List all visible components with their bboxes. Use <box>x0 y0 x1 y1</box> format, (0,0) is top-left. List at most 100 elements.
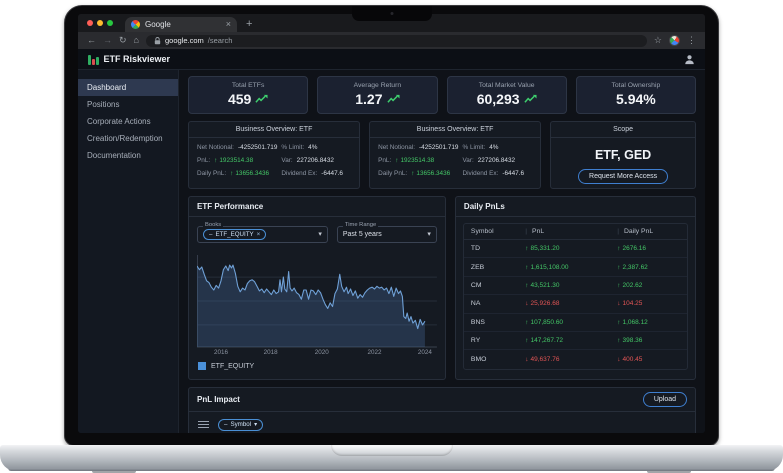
lock-icon <box>154 36 161 44</box>
chevron-down-icon: ▾ <box>254 421 258 429</box>
laptop-mockup: Google × + ← → ↻ ⌂ google.com /search ☆ … <box>0 0 783 473</box>
camera-icon <box>390 12 393 15</box>
metric-row: Daily PnL: ↑ 13656.3436 <box>197 170 277 177</box>
time-range-select[interactable]: Time Range Past 5 years ▾ <box>336 222 437 243</box>
metric-value: -4252501.719 <box>237 144 278 151</box>
metric-row: Dividend Ex: -6447.6 <box>462 170 532 177</box>
laptop-lid-scoop <box>330 445 453 456</box>
direction-arrow-icon: ↑ <box>525 263 529 271</box>
x-tick-2016: 2016 <box>213 349 228 356</box>
column-daily-pnl: Daily PnL <box>617 228 680 235</box>
books-select[interactable]: Books – ETF_EQUITY × ▾ <box>197 222 328 243</box>
symbol-cell: TD <box>470 245 480 253</box>
direction-arrow-icon: ↑ <box>617 263 621 271</box>
table-row[interactable]: TD ↑ 85,331.20 ↑ 2676.16 <box>463 240 687 259</box>
pnl-cell: ↓ 25,926.68 <box>525 300 560 308</box>
sidebar-item-creation-redemption[interactable]: Creation/Redemption <box>78 130 178 147</box>
stat-card-total-market-value: Total Market Value 60,293 <box>446 76 567 114</box>
books-chip[interactable]: – ETF_EQUITY × <box>203 228 267 241</box>
home-icon[interactable]: ⌂ <box>134 36 139 45</box>
back-icon[interactable]: ← <box>87 36 96 45</box>
table-row[interactable]: NA ↓ 25,926.68 ↓ 104.25 <box>463 295 687 314</box>
direction-arrow-icon: ↑ <box>617 281 621 289</box>
metric-label: Net Notional: <box>197 144 234 151</box>
pnl-impact-title: PnL Impact <box>197 395 240 405</box>
table-row[interactable]: CM ↑ 43,521.30 ↑ 202.62 <box>463 277 687 296</box>
table-row[interactable]: BNS ↑ 107,850.60 ↑ 1,068.12 <box>463 314 687 332</box>
bookmark-star-icon[interactable]: ☆ <box>654 35 662 46</box>
tab-title: Google <box>145 20 171 29</box>
sidebar-item-dashboard[interactable]: Dashboard <box>78 79 178 96</box>
metric-row: % Limit: 4% <box>462 144 532 151</box>
sidebar-item-corporate-actions[interactable]: Corporate Actions <box>78 113 178 130</box>
metric-label: Daily PnL: <box>197 170 227 177</box>
daily-pnl-cell: ↑ 2676.16 <box>617 245 646 253</box>
metric-value: -4252501.719 <box>419 144 459 151</box>
direction-arrow-icon: ↑ <box>525 318 529 326</box>
metric-row: Daily PnL: ↑ 13656.3436 <box>378 170 458 177</box>
stat-label: Total Market Value <box>478 82 535 89</box>
trend-up-icon <box>386 94 400 103</box>
request-more-access-button[interactable]: Request More Access <box>578 169 669 185</box>
upload-button[interactable]: Upload <box>642 392 687 408</box>
user-icon[interactable] <box>684 54 695 65</box>
direction-arrow-icon: ↑ <box>230 170 234 177</box>
laptop-foot <box>92 469 136 473</box>
laptop-screen: Google × + ← → ↻ ⌂ google.com /search ☆ … <box>64 5 719 446</box>
chart-x-axis-labels: 2016 2018 2020 2022 2024 <box>197 348 437 357</box>
close-tab-icon[interactable]: × <box>226 20 231 29</box>
daily-pnls-table: Symbol PnL Daily PnL TD ↑85,331.20 ↑2676… <box>462 223 688 370</box>
metric-row: % Limit: 4% <box>281 144 351 151</box>
reload-icon[interactable]: ↻ <box>119 36 127 45</box>
direction-arrow-icon: ↑ <box>525 337 529 345</box>
close-window-icon[interactable] <box>87 20 93 26</box>
chip-remove-icon[interactable]: × <box>257 231 261 238</box>
app-logo-icon <box>88 54 99 65</box>
profile-avatar[interactable] <box>669 35 680 46</box>
etf-performance-panel: ETF Performance Books – ETF_EQUITY × ▾ T… <box>188 196 446 380</box>
browser-menu-icon[interactable]: ⋮ <box>687 35 696 46</box>
direction-arrow-icon: ↑ <box>525 245 529 253</box>
filter-menu-icon[interactable] <box>198 421 209 429</box>
maximize-window-icon[interactable] <box>107 20 113 26</box>
symbol-chip-label: Symbol <box>230 421 252 429</box>
stat-value: 1.27 <box>355 91 383 107</box>
metric-label: PnL: <box>197 157 211 164</box>
browser-tab[interactable]: Google × <box>125 17 237 32</box>
time-range-label: Time Range <box>342 222 379 229</box>
business-overview-title: Business Overview: ETF <box>370 122 541 138</box>
forward-icon[interactable]: → <box>103 36 112 45</box>
metric-row: Net Notional: -4252501.719 <box>378 144 458 151</box>
chip-dash-icon: – <box>224 421 228 429</box>
etf-riskviewer-app: ETF Riskviewer Dashboard Positions Corpora… <box>78 49 705 433</box>
direction-arrow-icon: ↑ <box>617 337 621 345</box>
sidebar-item-positions[interactable]: Positions <box>78 96 178 113</box>
metric-value: -6447.6 <box>321 170 343 177</box>
address-bar[interactable]: google.com /search <box>145 34 647 47</box>
metric-value: 4% <box>489 144 499 151</box>
x-tick-2018: 2018 <box>263 349 278 356</box>
minimize-window-icon[interactable] <box>97 20 103 26</box>
daily-pnl-cell: ↓ 400.45 <box>617 356 643 364</box>
scope-card: Scope ETF, GED Request More Access <box>550 121 696 189</box>
symbol-filter-chip[interactable]: – Symbol ▾ <box>218 419 264 431</box>
direction-arrow-icon: ↓ <box>525 300 529 308</box>
sidebar-item-documentation[interactable]: Documentation <box>78 147 178 164</box>
chevron-down-icon: ▾ <box>318 231 322 238</box>
daily-pnl-cell: ↑ 1,068.12 <box>617 318 648 326</box>
chart-legend: ETF_EQUITY <box>197 362 437 370</box>
legend-swatch <box>198 362 206 370</box>
metric-value: 227206.8432 <box>477 157 516 164</box>
pnl-cell: ↓ 49,637.76 <box>525 356 560 364</box>
metric-label: Dividend Ex: <box>281 170 318 177</box>
new-tab-button[interactable]: + <box>246 17 252 32</box>
symbol-cell: ZEB <box>470 263 485 271</box>
laptop-foot <box>647 469 691 473</box>
metric-label: Var: <box>281 157 293 164</box>
metric-row: PnL: ↑ 1923514.38 <box>378 157 458 164</box>
metric-value: -6447.6 <box>502 170 525 177</box>
table-row[interactable]: BMO ↓ 49,637.76 ↓ 400.45 <box>464 350 687 368</box>
table-row[interactable]: ZEB ↑ 1,615,108.00 ↑ 2,387.62 <box>463 258 687 277</box>
chip-dash-icon: – <box>209 230 213 238</box>
table-row[interactable]: RY ↑ 147,267.72 ↑ 398.36 <box>463 332 687 351</box>
